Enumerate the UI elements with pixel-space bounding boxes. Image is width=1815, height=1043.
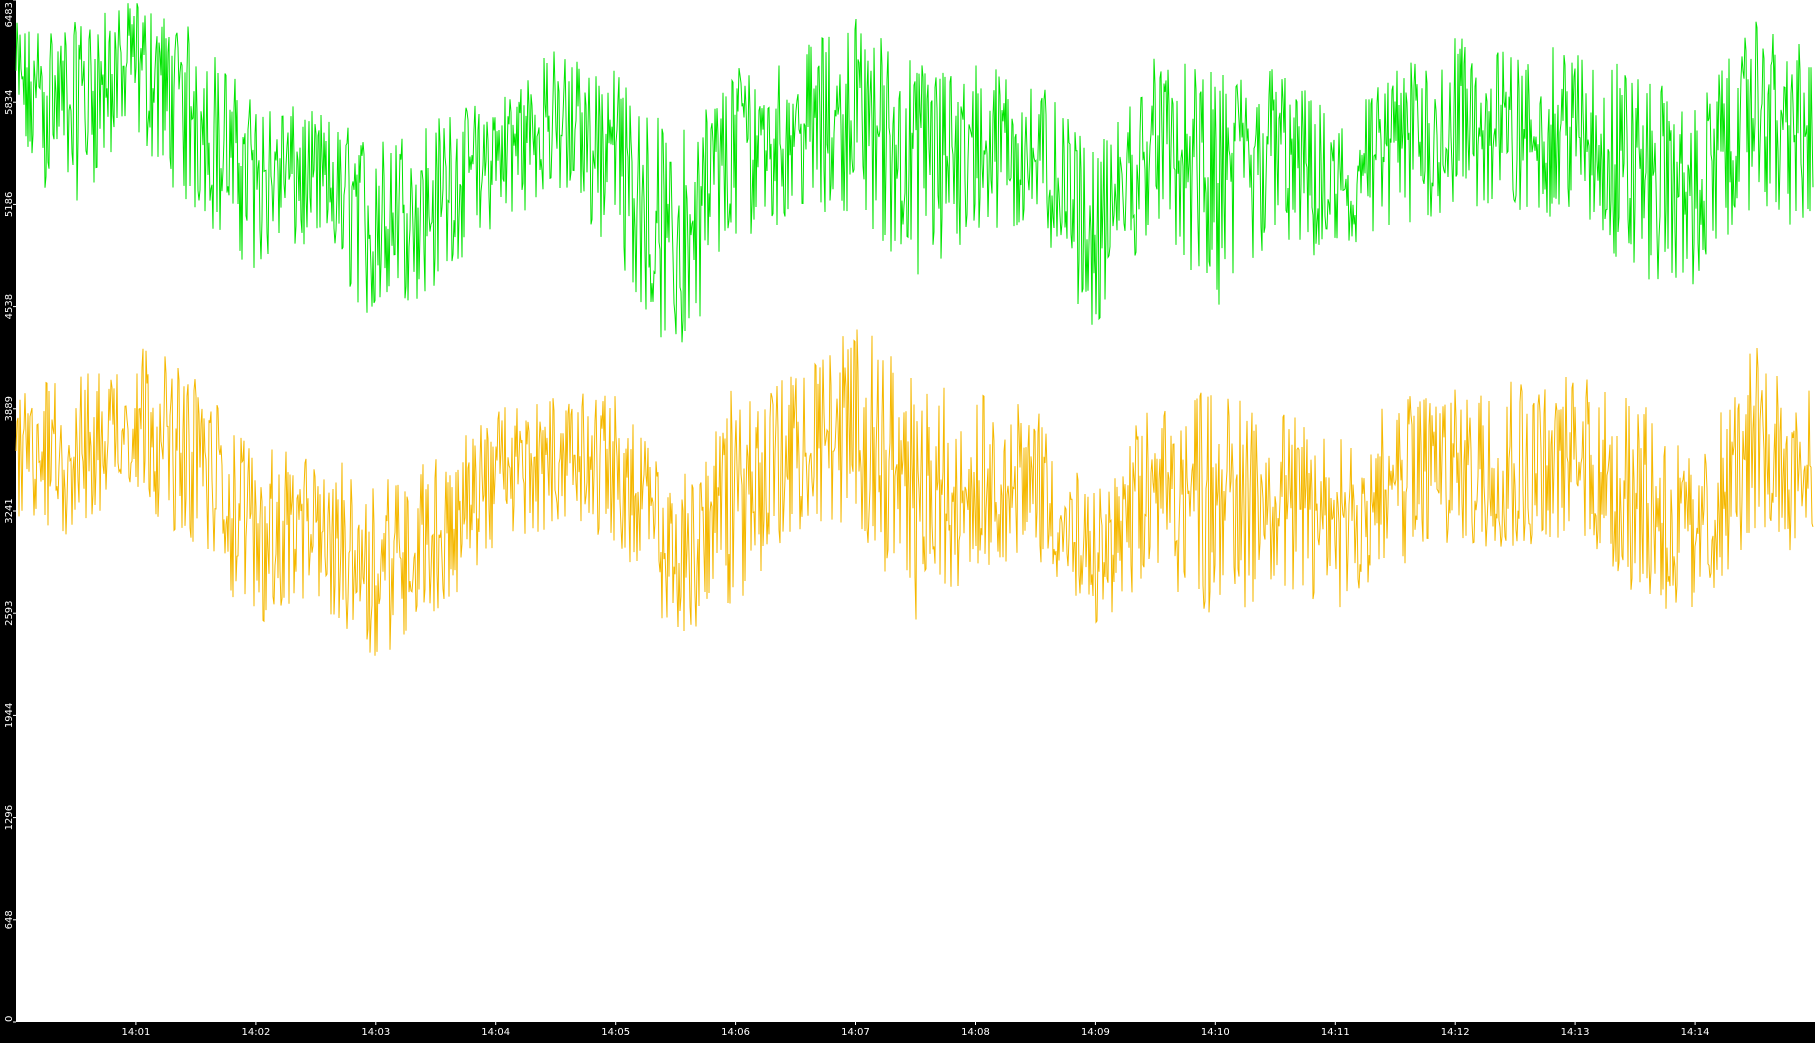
x-tick-label: 14:09 xyxy=(1081,1027,1110,1038)
x-tick-label: 14:05 xyxy=(601,1027,630,1038)
x-tick-label: 14:03 xyxy=(361,1027,390,1038)
x-tick-label: 14:07 xyxy=(841,1027,870,1038)
x-tick-label: 14:10 xyxy=(1201,1027,1230,1038)
x-tick-label: 14:12 xyxy=(1441,1027,1470,1038)
x-axis: 14:01 14:02 14:03 14:04 14:05 14:06 14:07 14:08… xyxy=(121,1022,1710,1038)
x-tick-label: 14:08 xyxy=(961,1027,990,1038)
x-tick-label: 14:14 xyxy=(1681,1027,1710,1038)
x-tick-label: 14:06 xyxy=(721,1027,750,1038)
x-tick-label: 14:13 xyxy=(1561,1027,1590,1038)
x-tick-label: 14:02 xyxy=(241,1027,270,1038)
y-tick-label: 6483 xyxy=(4,2,15,27)
plot-background xyxy=(16,0,1815,1022)
y-axis: 0648129619442593324138894538518658346483 xyxy=(4,0,16,1023)
chart-canvas: 0648129619442593324138894538518658346483… xyxy=(4,0,1815,1038)
y-tick-label: 0 xyxy=(4,1016,15,1022)
chart: 0 648 1296 1944 2593 3241 3889 4538 5186 5834 6483… xyxy=(0,0,1815,1039)
x-tick-label: 14:04 xyxy=(481,1027,510,1038)
x-tick-label: 14:11 xyxy=(1321,1027,1350,1038)
x-tick-label: 14:01 xyxy=(121,1027,150,1038)
